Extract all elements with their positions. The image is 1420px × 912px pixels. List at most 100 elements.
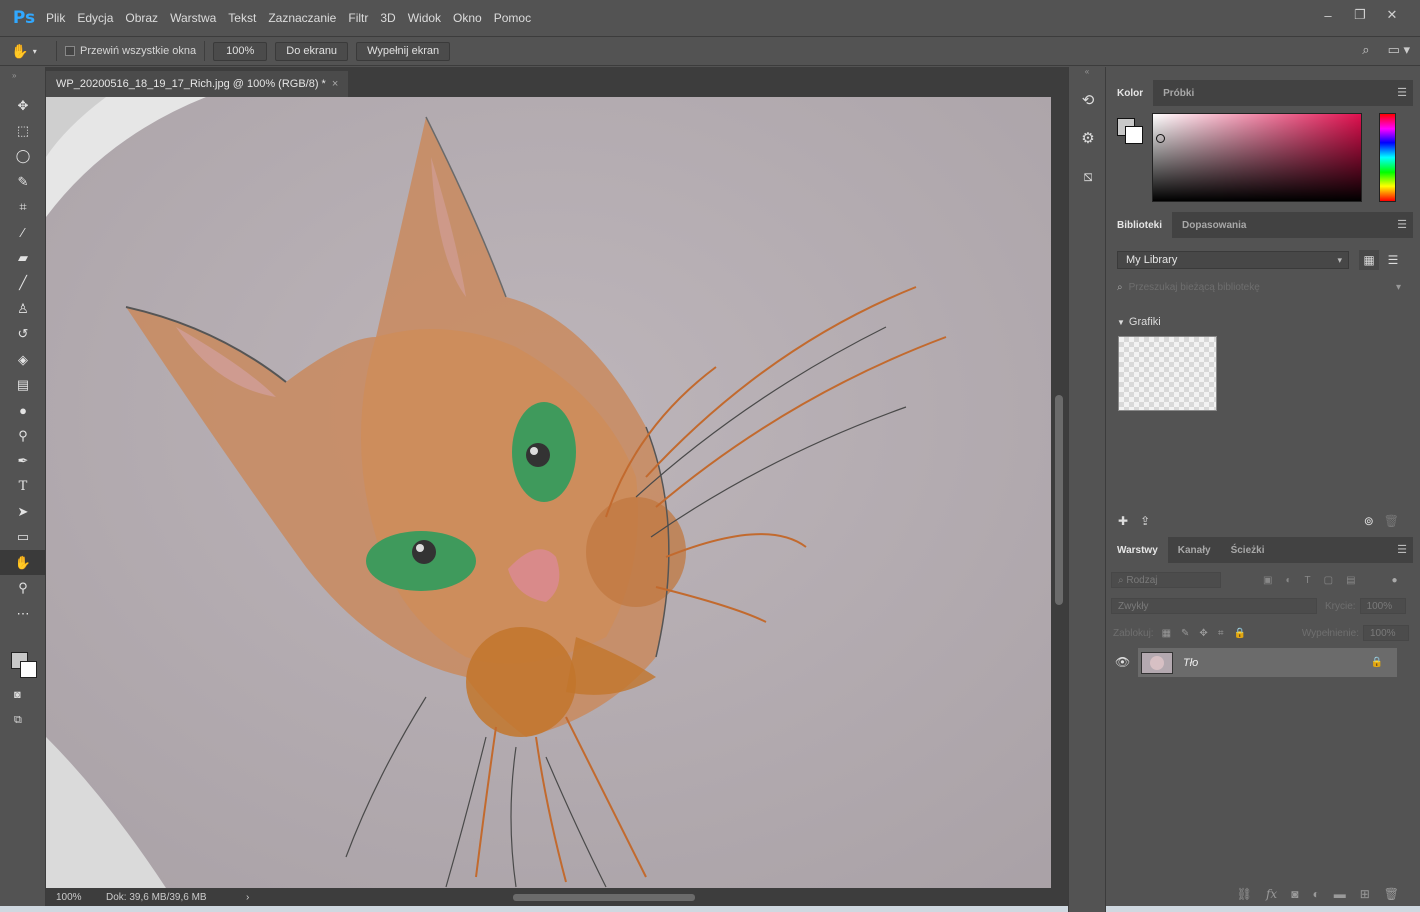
lock-pixels-icon[interactable]: ✎	[1181, 628, 1189, 639]
expand-icon[interactable]: «	[1069, 67, 1105, 81]
panel-menu-icon[interactable]: ☰	[1397, 218, 1407, 231]
blend-mode-select[interactable]: Zwykły	[1111, 598, 1317, 614]
menu-window[interactable]: Okno	[447, 11, 488, 25]
brush-icon[interactable]: ╱	[0, 271, 46, 296]
tab-adjustments[interactable]: Dopasowania	[1172, 212, 1256, 238]
checkbox-box[interactable]	[65, 46, 75, 56]
menu-help[interactable]: Pomoc	[488, 11, 537, 25]
layer-style-icon[interactable]: fx	[1266, 887, 1277, 901]
layer-name[interactable]: Tło	[1183, 657, 1198, 669]
more-tools-icon[interactable]: ⋯	[0, 601, 46, 626]
search-icon[interactable]: ⌕	[1362, 42, 1369, 58]
hue-slider[interactable]	[1379, 113, 1396, 202]
fill-field[interactable]: 100%	[1363, 625, 1409, 641]
lock-artboard-icon[interactable]: ⌗	[1218, 628, 1224, 639]
menu-file[interactable]: Plik	[40, 11, 71, 25]
tool-preset-picker[interactable]: ✋ ▾	[0, 43, 48, 60]
upload-icon[interactable]: ⇪	[1140, 514, 1150, 528]
library-search[interactable]: ⌕ Przeszukaj bieżącą bibliotekę ▾	[1117, 279, 1407, 295]
adjustments-icon[interactable]: ⧅	[1069, 157, 1107, 195]
history-icon[interactable]: ⟲	[1069, 81, 1107, 119]
tab-layers[interactable]: Warstwy	[1107, 537, 1168, 563]
hand-icon[interactable]: ✋	[0, 550, 46, 576]
background-color-swatch[interactable]	[20, 661, 37, 678]
zoom-level[interactable]: 100%	[46, 892, 106, 903]
properties-icon[interactable]: ⚙	[1069, 119, 1107, 157]
menu-layer[interactable]: Warstwa	[164, 11, 222, 25]
opacity-field[interactable]: 100%	[1359, 598, 1406, 614]
close-tab-icon[interactable]: ×	[332, 78, 338, 90]
fit-screen-button[interactable]: Do ekranu	[275, 41, 349, 61]
quick-select-icon[interactable]: ✎	[0, 169, 46, 194]
lock-transparent-icon[interactable]: ▦	[1162, 628, 1171, 639]
panel-menu-icon[interactable]: ☰	[1397, 543, 1407, 556]
eyedropper-icon[interactable]: ⁄	[0, 220, 46, 245]
history-brush-icon[interactable]: ↺	[0, 322, 46, 347]
document-tab[interactable]: WP_20200516_18_19_17_Rich.jpg @ 100% (RG…	[46, 71, 349, 97]
gradient-icon[interactable]: ▤	[0, 372, 46, 397]
filter-adjustment-icon[interactable]: ◐	[1285, 575, 1291, 586]
filter-smart-object-icon[interactable]: ▤	[1346, 575, 1355, 586]
collapse-icon[interactable]: »	[0, 67, 45, 93]
quick-mask-icon[interactable]: ◙	[14, 689, 21, 701]
menu-select[interactable]: Zaznaczanie	[262, 11, 342, 25]
restore-button[interactable]: ❐	[1346, 4, 1374, 26]
library-dropdown[interactable]: My Library ▾	[1117, 251, 1349, 269]
tab-channels[interactable]: Kanały	[1168, 537, 1221, 563]
cc-sync-icon[interactable]: ⊚	[1364, 514, 1374, 528]
type-icon[interactable]: T	[0, 474, 46, 499]
marquee-icon[interactable]: ⬚	[0, 118, 46, 143]
layer-row[interactable]: Tło 🔒	[1138, 648, 1397, 677]
graphics-section-header[interactable]: ▼ Grafiki	[1117, 316, 1161, 328]
vertical-scroll-thumb[interactable]	[1055, 395, 1063, 605]
vertical-scrollbar[interactable]	[1051, 97, 1068, 888]
rectangle-icon[interactable]: ▭	[0, 525, 46, 550]
eraser-icon[interactable]: ◈	[0, 347, 46, 372]
zoom-100-button[interactable]: 100%	[213, 41, 268, 61]
status-menu-arrow-icon[interactable]: ›	[246, 892, 249, 903]
tab-color[interactable]: Kolor	[1107, 80, 1154, 106]
tab-libraries[interactable]: Biblioteki	[1107, 212, 1173, 238]
visibility-eye-icon[interactable]: 👁	[1115, 655, 1130, 669]
dodge-icon[interactable]: ⚲	[0, 423, 46, 448]
library-graphic-thumbnail[interactable]	[1118, 336, 1217, 411]
menu-3d[interactable]: 3D	[374, 11, 401, 25]
lock-all-icon[interactable]: 🔒	[1233, 628, 1245, 639]
layer-kind-filter[interactable]: ⌕ Rodzaj	[1111, 572, 1221, 588]
add-icon[interactable]: ✚	[1118, 514, 1128, 528]
new-layer-icon[interactable]: ⊞	[1360, 887, 1370, 901]
panel-menu-icon[interactable]: ☰	[1397, 86, 1407, 99]
filter-pixel-icon[interactable]: ▣	[1263, 575, 1272, 586]
screen-mode-icon[interactable]: ⧉	[14, 714, 22, 727]
library-search-input[interactable]: Przeszukaj bieżącą bibliotekę	[1129, 282, 1260, 293]
pen-icon[interactable]: ✒	[0, 448, 46, 473]
horizontal-scrollbar[interactable]	[263, 892, 1023, 902]
tab-paths[interactable]: Ścieżki	[1221, 537, 1275, 563]
workspace-icon[interactable]: ▭ ▾	[1388, 42, 1410, 58]
lasso-icon[interactable]: ◯	[0, 144, 46, 169]
document-canvas[interactable]	[46, 97, 1051, 888]
trash-icon[interactable]: 🗑	[1384, 514, 1399, 528]
menu-view[interactable]: Widok	[402, 11, 447, 25]
filter-type-icon[interactable]: T	[1305, 575, 1311, 586]
menu-filter[interactable]: Filtr	[342, 11, 374, 25]
menu-type[interactable]: Tekst	[222, 11, 262, 25]
menu-edit[interactable]: Edycja	[71, 11, 119, 25]
list-view-icon[interactable]: ☰	[1383, 250, 1403, 270]
menu-image[interactable]: Obraz	[119, 11, 164, 25]
delete-layer-icon[interactable]: 🗑	[1384, 887, 1399, 901]
clone-stamp-icon[interactable]: ♙	[0, 296, 46, 321]
blur-icon[interactable]: ●	[0, 398, 46, 423]
filter-shape-icon[interactable]: ▢	[1324, 575, 1333, 586]
new-group-icon[interactable]: ▬	[1334, 887, 1346, 901]
zoom-icon[interactable]: ⚲	[0, 575, 46, 600]
scroll-all-windows-checkbox[interactable]: Przewiń wszystkie okna	[65, 45, 196, 57]
close-button[interactable]: ✕	[1378, 4, 1406, 26]
fill-screen-button[interactable]: Wypełnij ekran	[356, 41, 451, 61]
grid-view-icon[interactable]: ▦	[1359, 250, 1379, 270]
new-adjustment-icon[interactable]: ◐	[1312, 887, 1319, 901]
color-picker-field[interactable]	[1152, 113, 1362, 202]
link-layers-icon[interactable]: ⛓	[1237, 887, 1252, 901]
crop-icon[interactable]: ⌗	[0, 195, 46, 220]
tab-swatches[interactable]: Próbki	[1153, 80, 1204, 106]
